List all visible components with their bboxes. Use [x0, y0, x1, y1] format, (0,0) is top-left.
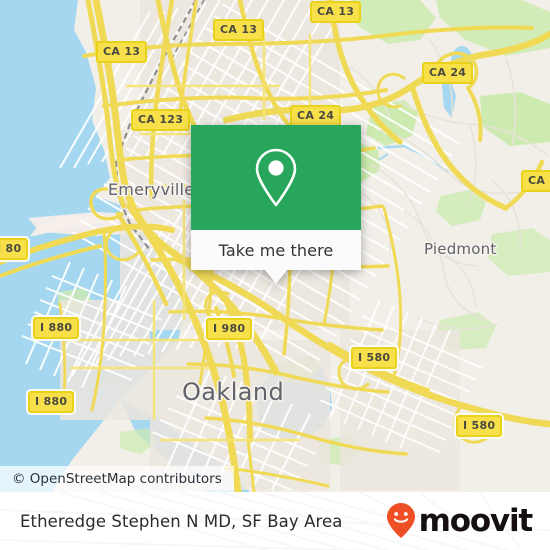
map-attribution: © OpenStreetMap contributors — [0, 466, 234, 492]
moovit-wordmark: moovit — [418, 502, 534, 539]
page-title: Etheredge Stephen N MD, SF Bay Area — [20, 511, 343, 531]
popup-pointer-tail — [265, 270, 287, 284]
road-shield-i880-b: I 880 — [28, 391, 75, 413]
moovit-smiling-pin-icon — [386, 502, 416, 540]
attribution-text: © OpenStreetMap contributors — [12, 471, 222, 487]
road-shield-ca13-c: CA 13 — [310, 1, 362, 23]
road-shield-i880-a: I 880 — [33, 317, 80, 339]
road-shield-ca123: CA 123 — [131, 109, 191, 131]
footer-content: Etheredge Stephen N MD, SF Bay Area moov… — [0, 492, 550, 550]
road-shield-ca13-a: CA 13 — [96, 41, 148, 63]
road-shield-i980: I 980 — [206, 318, 253, 340]
map-screenshot: Emeryville Oakland Piedmont CA 13 CA 13 … — [0, 0, 550, 550]
map-canvas[interactable]: Emeryville Oakland Piedmont CA 13 CA 13 … — [0, 0, 550, 492]
road-shield-i580-b: I 580 — [456, 415, 503, 437]
road-shield-ca24-b: CA 24 — [290, 105, 342, 127]
take-me-there-label: Take me there — [218, 240, 334, 260]
location-pin-icon — [252, 147, 300, 209]
road-shield-i80: I 80 — [0, 238, 29, 260]
popup-header — [191, 125, 361, 230]
road-shield-i580-a: I 580 — [351, 347, 398, 369]
location-popup-card[interactable]: Take me there — [191, 125, 361, 284]
road-shield-ca13-b: CA 13 — [213, 19, 265, 41]
take-me-there-button[interactable]: Take me there — [191, 230, 361, 270]
road-shield-ca24-a: CA 24 — [422, 62, 474, 84]
moovit-logo[interactable]: moovit — [386, 502, 534, 540]
footer-bar: Etheredge Stephen N MD, SF Bay Area moov… — [0, 492, 550, 550]
road-shield-ca13-d: CA 13 — [521, 170, 550, 192]
